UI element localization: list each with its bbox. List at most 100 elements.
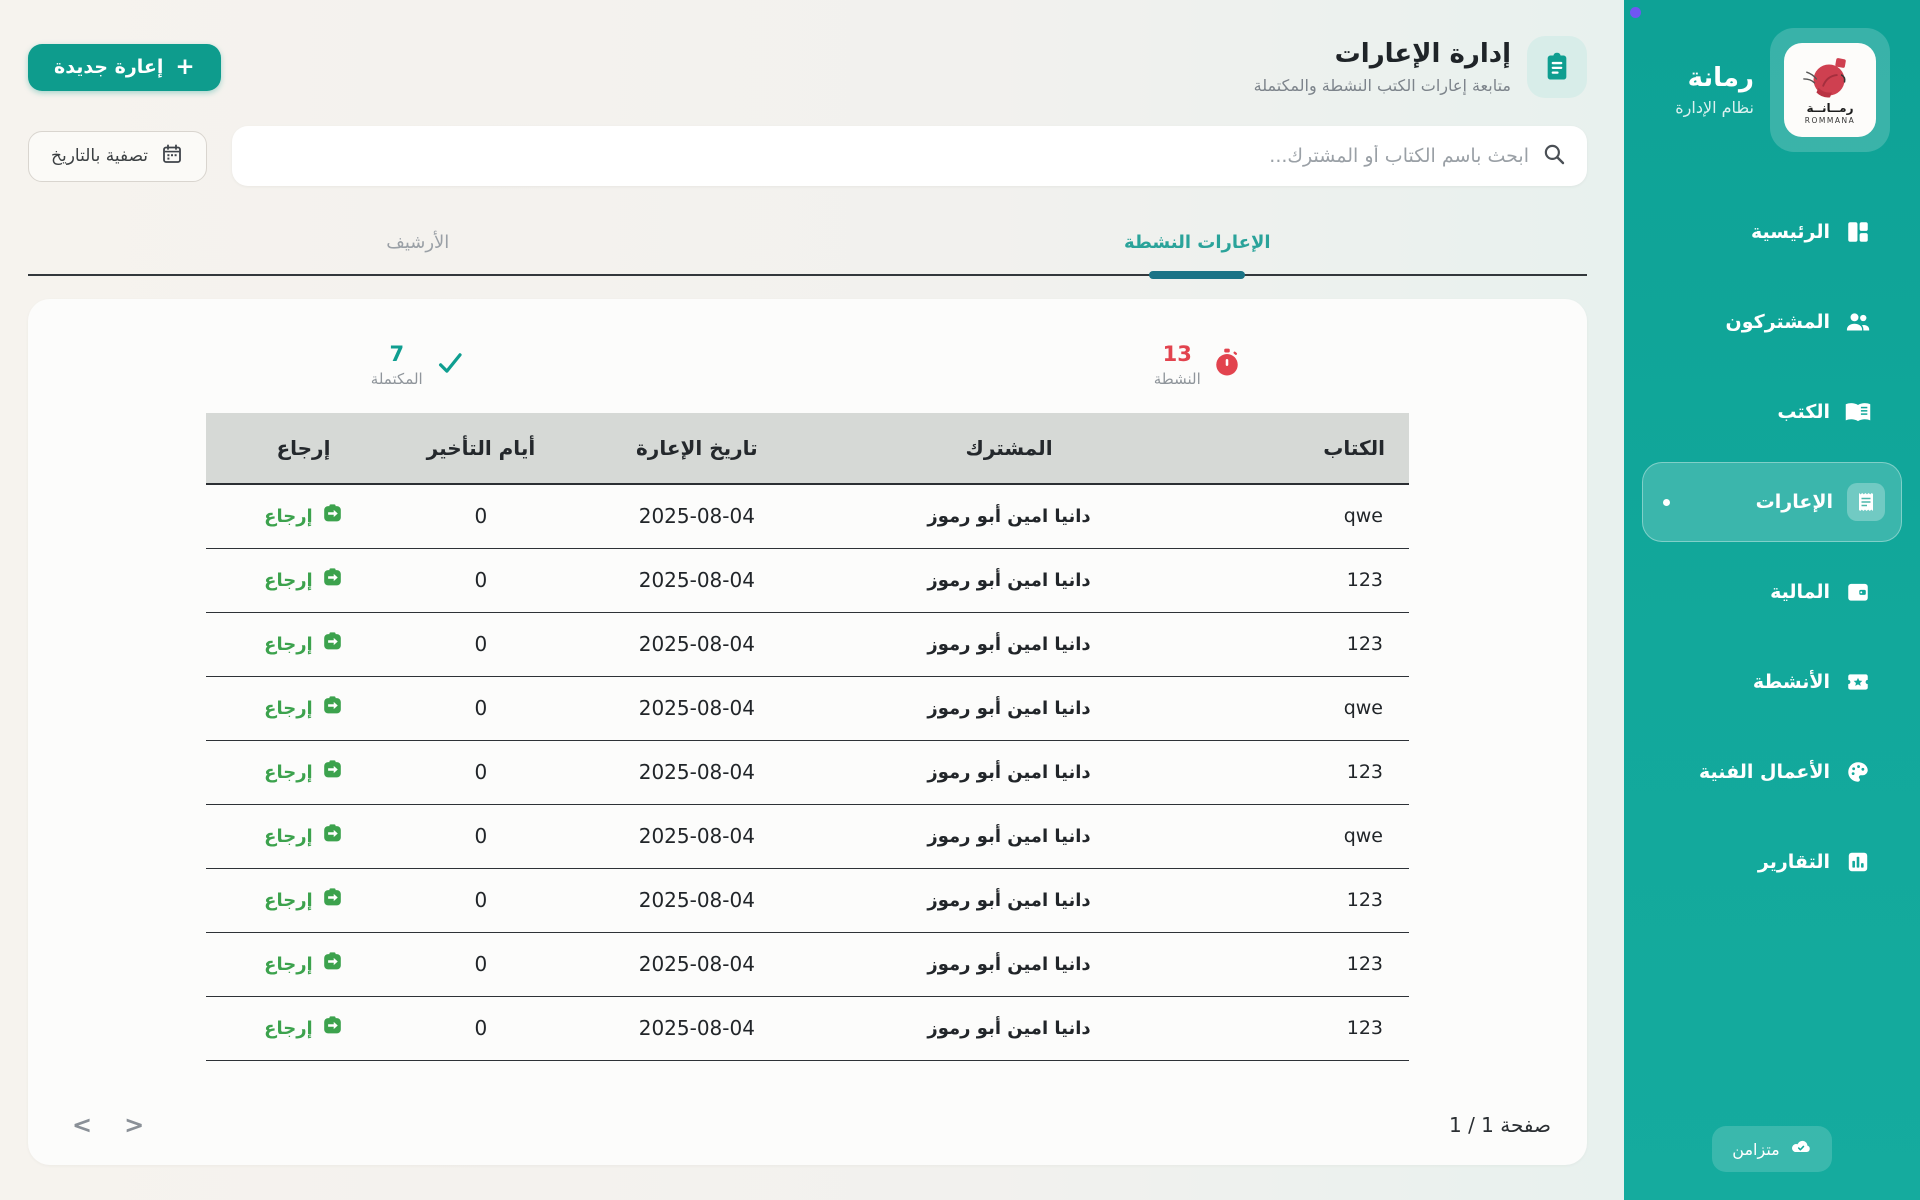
table-header-row: الكتاب المشترك تاريخ الإعارة أيام التأخي… [206, 413, 1409, 484]
brand-block: رمــانــة ROMMANA رمانة نظام الإدارة [1624, 0, 1920, 152]
date-filter-button[interactable]: تصفية بالتاريخ [28, 131, 207, 182]
sidebar-item-label: الكتب [1777, 401, 1830, 423]
return-button[interactable]: إرجاع [264, 695, 343, 721]
check-icon [435, 348, 465, 382]
stats-row: 13 النشطة 7 المكتملة [28, 299, 1587, 395]
sidebar-item-finance[interactable]: المالية [1624, 568, 1920, 616]
sidebar-item-label: الرئيسية [1751, 221, 1830, 243]
member-cell: دانيا امين أبو رموز [833, 612, 1185, 676]
column-header-date: تاريخ الإعارة [561, 413, 833, 484]
return-button[interactable]: إرجاع [264, 823, 343, 849]
dashboard-icon [1844, 218, 1872, 246]
member-cell: دانيا امين أبو رموز [833, 548, 1185, 612]
sidebar-item-label: الأعمال الفنية [1699, 761, 1830, 783]
completed-count-label: المكتملة [371, 370, 423, 388]
table-row: qwe دانيا امين أبو رموز 2025-08-04 0 [206, 804, 1409, 868]
new-loan-button[interactable]: + إعارة جديدة [28, 44, 221, 91]
table-row: 123 دانيا امين أبو رموز 2025-08-04 0 [206, 548, 1409, 612]
date-filter-label: تصفية بالتاريخ [51, 146, 148, 166]
sidebar-item-artworks[interactable]: الأعمال الفنية [1624, 748, 1920, 796]
books-icon [1844, 398, 1872, 426]
members-icon [1844, 308, 1872, 336]
sync-status-badge[interactable]: متزامن [1712, 1126, 1831, 1172]
delay-days-cell: 0 [401, 932, 561, 996]
loan-date-cell: 2025-08-04 [561, 868, 833, 932]
artworks-palette-icon [1844, 758, 1872, 786]
brand-text: رمانة نظام الإدارة [1675, 63, 1754, 117]
sidebar-item-books[interactable]: الكتب [1624, 388, 1920, 436]
member-cell: دانيا امين أبو رموز [833, 868, 1185, 932]
return-button[interactable]: إرجاع [264, 631, 343, 657]
sidebar-item-label: الأنشطة [1753, 671, 1830, 693]
title-group: إدارة الإعارات متابعة إعارات الكتب النشط… [1254, 36, 1587, 98]
delay-days-cell: 0 [401, 868, 561, 932]
loan-date-cell: 2025-08-04 [561, 676, 833, 740]
table-row: qwe دانيا امين أبو رموز 2025-08-04 0 [206, 676, 1409, 740]
clipboard-icon [1541, 51, 1573, 83]
title-icon-chip [1527, 36, 1587, 98]
member-cell: دانيا امين أبو رموز [833, 804, 1185, 868]
search-input[interactable] [252, 145, 1529, 167]
page-header: إدارة الإعارات متابعة إعارات الكتب النشط… [28, 36, 1587, 98]
pomegranate-logo-icon [1799, 55, 1861, 101]
active-count: 13 [1154, 342, 1201, 367]
wallet-icon [1844, 578, 1872, 606]
book-cell: 123 [1185, 548, 1409, 612]
search-icon [1541, 141, 1567, 171]
book-cell: qwe [1185, 484, 1409, 548]
return-button-label: إرجاع [264, 634, 313, 655]
delay-days-cell: 0 [401, 804, 561, 868]
sidebar-item-label: المالية [1770, 581, 1830, 603]
sidebar-item-reports[interactable]: التقارير [1624, 838, 1920, 886]
sidebar-item-home[interactable]: الرئيسية [1624, 208, 1920, 256]
prev-page-button[interactable]: < [124, 1113, 144, 1137]
sidebar-item-activities[interactable]: الأنشطة [1624, 658, 1920, 706]
return-box-icon [322, 951, 343, 977]
new-loan-label: إعارة جديدة [54, 56, 163, 78]
return-button[interactable]: إرجاع [264, 759, 343, 785]
notification-dot [1630, 7, 1641, 18]
table-row: qwe دانيا امين أبو رموز 2025-08-04 0 [206, 484, 1409, 548]
active-item-dot [1663, 499, 1670, 506]
tab-active-loans[interactable]: الإعارات النشطة [808, 226, 1588, 274]
return-box-icon [322, 695, 343, 721]
completed-count: 7 [371, 342, 423, 367]
loan-date-cell: 2025-08-04 [561, 612, 833, 676]
page-title: إدارة الإعارات [1254, 39, 1511, 70]
book-cell: 123 [1185, 868, 1409, 932]
sidebar-item-members[interactable]: المشتركون [1624, 298, 1920, 346]
return-button[interactable]: إرجاع [264, 887, 343, 913]
member-cell: دانيا امين أبو رموز [833, 996, 1185, 1060]
brand-logo-latin-text: ROMMANA [1805, 116, 1855, 125]
delay-days-cell: 0 [401, 484, 561, 548]
brand-logo-card: رمــانــة ROMMANA [1784, 43, 1876, 137]
brand-name: رمانة [1675, 63, 1754, 94]
page-subtitle: متابعة إعارات الكتب النشطة والمكتملة [1254, 76, 1511, 95]
member-cell: دانيا امين أبو رموز [833, 484, 1185, 548]
return-button[interactable]: إرجاع [264, 951, 343, 977]
return-button-label: إرجاع [264, 1018, 313, 1039]
plus-icon: + [175, 56, 194, 79]
return-button[interactable]: إرجاع [264, 503, 343, 529]
stopwatch-icon [1213, 348, 1241, 382]
return-button-label: إرجاع [264, 570, 313, 591]
delay-days-cell: 0 [401, 740, 561, 804]
return-button[interactable]: إرجاع [264, 1015, 343, 1041]
return-box-icon [322, 759, 343, 785]
column-header-delay: أيام التأخير [401, 413, 561, 484]
table-row: 123 دانيا امين أبو رموز 2025-08-04 0 [206, 740, 1409, 804]
next-page-button[interactable]: > [72, 1113, 92, 1137]
loan-date-cell: 2025-08-04 [561, 932, 833, 996]
loans-table: الكتاب المشترك تاريخ الإعارة أيام التأخي… [206, 413, 1409, 1061]
stat-active-loans: 13 النشطة [808, 335, 1588, 395]
search-box[interactable] [232, 126, 1587, 186]
return-button-label: إرجاع [264, 954, 313, 975]
sidebar-item-label: الإعارات [1756, 491, 1833, 513]
return-button[interactable]: إرجاع [264, 567, 343, 593]
tab-bar: الإعارات النشطة الأرشيف [28, 226, 1587, 276]
return-button-label: إرجاع [264, 698, 313, 719]
sidebar-item-loans[interactable]: الإعارات [1642, 462, 1902, 542]
loan-date-cell: 2025-08-04 [561, 548, 833, 612]
column-header-return: إرجاع [206, 413, 401, 484]
tab-archive[interactable]: الأرشيف [28, 226, 808, 274]
